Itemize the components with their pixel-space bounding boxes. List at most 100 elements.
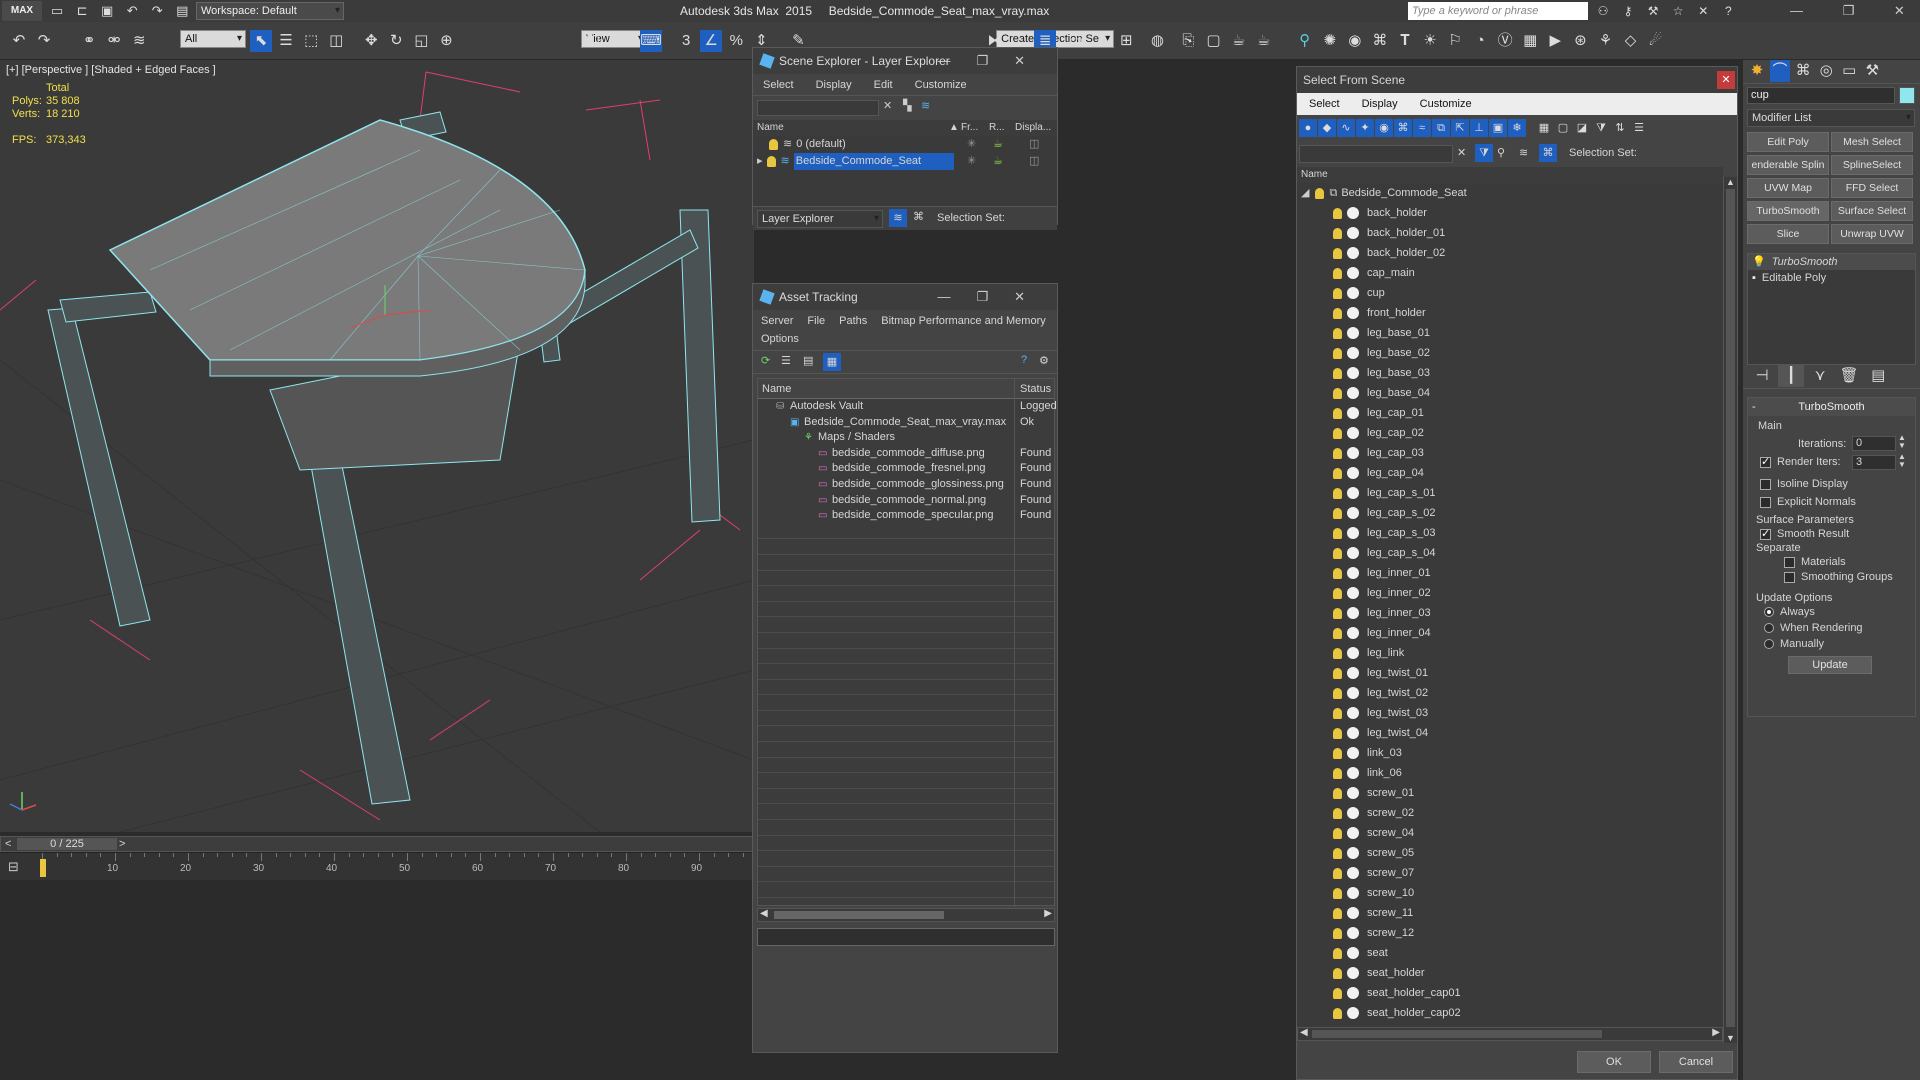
help-icon[interactable]: ?	[1021, 354, 1027, 366]
col-display[interactable]: Displa...	[1015, 120, 1051, 136]
bulb-icon[interactable]: 💡	[1752, 256, 1766, 268]
render-iters-spinner[interactable]: 3	[1852, 455, 1896, 470]
minimize-icon[interactable]: —	[1790, 3, 1803, 18]
lamp-icon[interactable]	[1333, 727, 1342, 739]
scene-object-row[interactable]: seat	[1297, 943, 1723, 963]
scene-object-row[interactable]: leg_cap_s_03	[1297, 523, 1723, 543]
scene-object-row[interactable]: leg_cap_04	[1297, 463, 1723, 483]
undo-toolbar-icon[interactable]: ↶	[8, 30, 30, 52]
window-crossing-icon[interactable]: ◫	[325, 30, 347, 52]
asset-row[interactable]: ⚘ Maps / Shaders	[758, 430, 1054, 446]
smooth-result-checkbox[interactable]: Smooth Result	[1760, 527, 1849, 540]
render-teapot-icon[interactable]: ☕	[993, 136, 1003, 153]
remove-modifier-icon[interactable]: 🗑	[1836, 365, 1862, 387]
object-name-field[interactable]: cup	[1747, 87, 1895, 104]
new-file-icon[interactable]: ▭	[46, 0, 68, 22]
scene-object-row[interactable]: leg_base_03	[1297, 363, 1723, 383]
scene-object-row[interactable]: leg_twist_04	[1297, 723, 1723, 743]
lamp-icon[interactable]	[1333, 627, 1342, 639]
lamp-icon[interactable]	[1333, 667, 1342, 679]
rollout-title[interactable]: - TurboSmooth	[1748, 398, 1915, 416]
modifier-button[interactable]: Mesh Select	[1831, 132, 1913, 152]
asset-tracking-window-buttons[interactable]: —❐✕	[937, 284, 1051, 310]
lamp-icon[interactable]	[1333, 707, 1342, 719]
sfs-hscroll[interactable]: ◀ ▶	[1297, 1027, 1723, 1041]
iterations-spinner[interactable]: 0	[1852, 436, 1896, 451]
helper-icon[interactable]: ⌘	[1369, 30, 1391, 52]
lamp-icon[interactable]	[1333, 387, 1342, 399]
layer-stack-btn-icon[interactable]: ≋	[889, 209, 907, 227]
toggle-ribbon-icon[interactable]: ▭	[1065, 30, 1087, 52]
scene-object-row[interactable]: leg_cap_01	[1297, 403, 1723, 423]
lamp-icon[interactable]	[1333, 947, 1342, 959]
modify-tab-icon[interactable]: ⌒	[1770, 60, 1791, 82]
scene-object-row[interactable]: link_06	[1297, 763, 1723, 783]
filter-icon[interactable]: ⧩	[1475, 144, 1493, 162]
menu-select[interactable]: Select	[1309, 93, 1340, 115]
clear-search-icon[interactable]: ✕	[883, 99, 892, 112]
tools-icon[interactable]: ⚒	[1642, 0, 1664, 22]
render-setup-icon[interactable]: ⎘	[1177, 30, 1199, 52]
lamp-icon[interactable]	[1333, 207, 1342, 219]
asset-row[interactable]: ▭ bedside_commode_normal.png Found	[758, 493, 1054, 509]
update-button[interactable]: Update	[1788, 656, 1872, 674]
stack-item-turbosmooth[interactable]: 💡 TurboSmooth	[1748, 254, 1915, 270]
track-bar-icon[interactable]: ⊟	[8, 859, 19, 875]
asset-row[interactable]: ▭ bedside_commode_specular.png Found	[758, 508, 1054, 524]
sort-icon[interactable]: ⇅	[1611, 119, 1629, 137]
keyboard-shortcut-icon[interactable]: ⌨	[640, 30, 663, 52]
scroll-left-icon[interactable]: ◀	[1300, 1027, 1308, 1038]
lamp-icon[interactable]	[1333, 787, 1342, 799]
col-status[interactable]: Status	[1020, 379, 1051, 399]
redo-icon[interactable]: ↷	[146, 0, 168, 22]
modifier-button[interactable]: TurboSmooth	[1747, 201, 1829, 221]
options-icon[interactable]: ☰	[1630, 119, 1648, 137]
lamp-icon[interactable]	[1333, 987, 1342, 999]
lamp-icon[interactable]	[1333, 847, 1342, 859]
bind-spacewarp-icon[interactable]: ≋	[128, 30, 150, 52]
sfs-vscroll-thumb[interactable]	[1726, 189, 1735, 1027]
groups-filter-icon[interactable]: ⧉	[1432, 119, 1450, 137]
scene-object-row[interactable]: leg_cap_s_04	[1297, 543, 1723, 563]
time-prev-icon[interactable]: <	[5, 837, 11, 851]
modifier-button[interactable]: UVW Map	[1747, 178, 1829, 198]
bulb-icon[interactable]: ☄	[1645, 30, 1667, 52]
lamp-icon[interactable]	[1333, 767, 1342, 779]
lamp-icon[interactable]	[1333, 927, 1342, 939]
display-tab-icon[interactable]: ▭	[1839, 60, 1859, 82]
find-icon[interactable]: ≋	[921, 99, 930, 112]
menu-file[interactable]: File	[807, 315, 825, 327]
save-icon[interactable]: ▣	[96, 0, 118, 22]
freeze-icon[interactable]: ✳	[967, 136, 976, 153]
open-file-icon[interactable]: ⊏	[71, 0, 93, 22]
scene-object-row[interactable]: screw_11	[1297, 903, 1723, 923]
expand-icon[interactable]: ▪	[1752, 272, 1756, 284]
explicit-normals-checkbox[interactable]: Explicit Normals	[1760, 496, 1856, 508]
asset-row[interactable]: ▣ Bedside_Commode_Seat_max_vray.max Ok	[758, 415, 1054, 431]
search-input[interactable]: Type a keyword or phrase	[1408, 2, 1588, 20]
menu-options[interactable]: Options	[761, 333, 799, 345]
material-editor-icon[interactable]: ◍	[1146, 30, 1168, 52]
restore-icon[interactable]: ❐	[1843, 3, 1855, 18]
find-icon[interactable]: ⚲	[1497, 146, 1505, 159]
smoothing-groups-checkbox[interactable]: Smoothing Groups	[1784, 571, 1893, 583]
sfs-hscroll-thumb[interactable]	[1312, 1030, 1602, 1038]
hold-icon[interactable]: ▤	[171, 0, 193, 22]
redo-toolbar-icon[interactable]: ↷	[33, 30, 55, 52]
close-icon[interactable]: ✕	[1894, 3, 1905, 18]
plane-icon[interactable]: ◇	[1620, 30, 1642, 52]
render-teapot-icon[interactable]: ☕	[993, 153, 1003, 170]
hierarchy-icon[interactable]: ⌘	[913, 210, 924, 223]
snaps-toggle-icon[interactable]: 3	[675, 30, 697, 52]
layers-icon[interactable]: ≋	[1519, 146, 1528, 159]
freeze-icon[interactable]: ✳	[967, 153, 976, 170]
xrefs-filter-icon[interactable]: ⇱	[1451, 119, 1469, 137]
table-view-icon[interactable]: ▦	[823, 353, 841, 371]
settings-icon[interactable]: ⚙	[1039, 354, 1049, 367]
when-rendering-radio[interactable]: When Rendering	[1764, 622, 1863, 634]
menu-customize[interactable]: Customize	[915, 74, 967, 96]
asset-row[interactable]: ▭ bedside_commode_glossiness.png Found	[758, 477, 1054, 493]
render-iterative-icon[interactable]: ☕	[1253, 30, 1275, 52]
render-icon[interactable]: ☕	[1228, 30, 1250, 52]
undo-icon[interactable]: ↶	[121, 0, 143, 22]
